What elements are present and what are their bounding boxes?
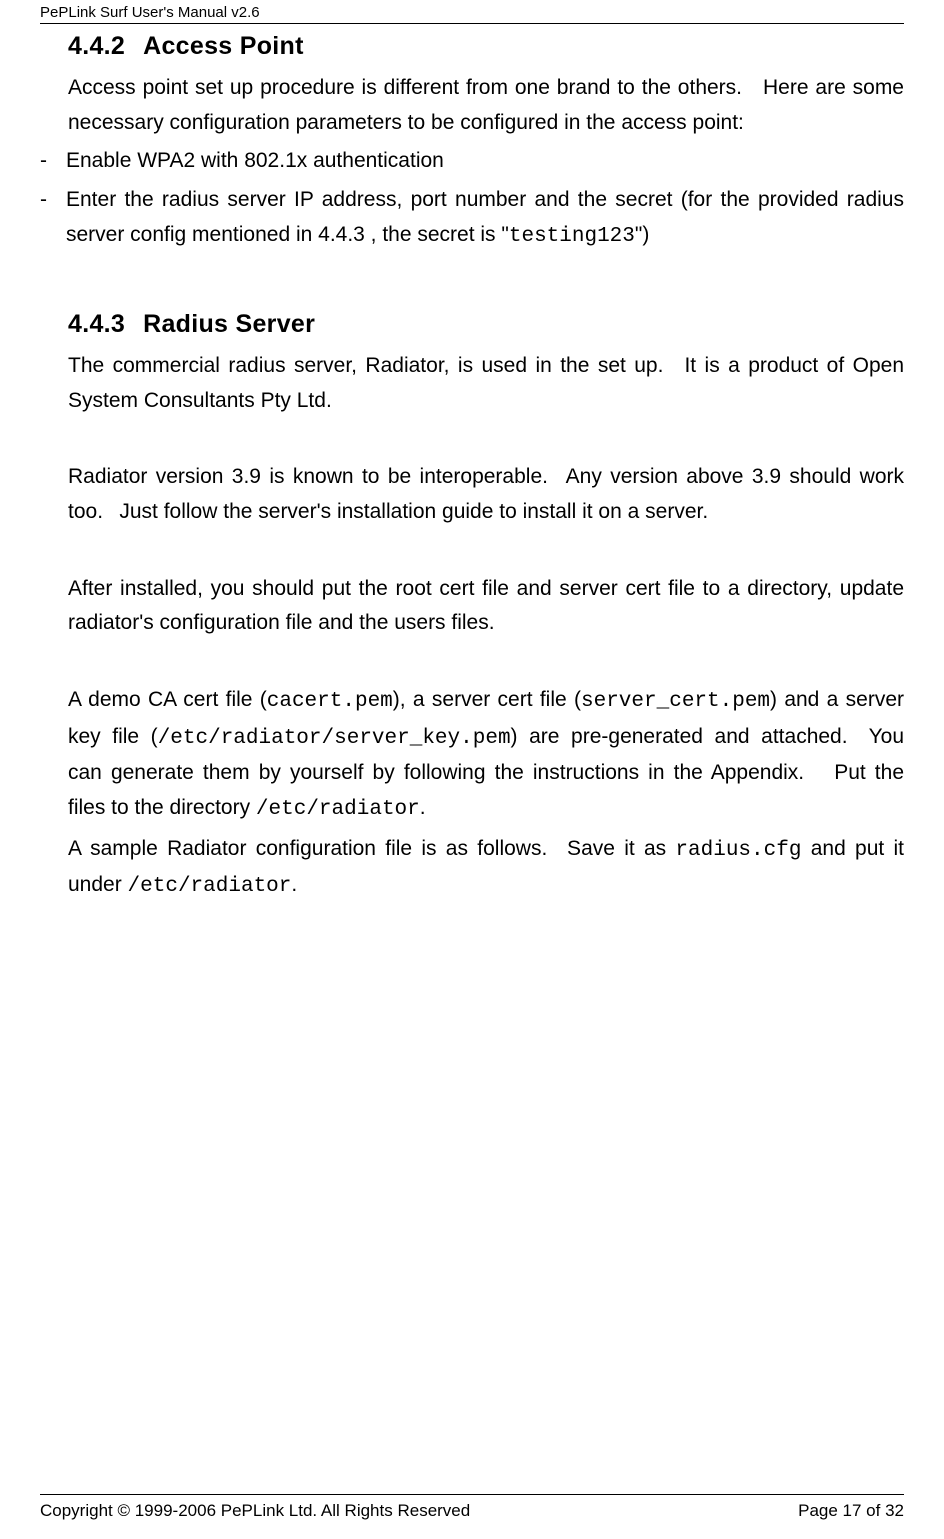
code-inline: /etc/radiator/server_key.pem xyxy=(158,727,511,750)
page-header: PePLink Surf User's Manual v2.6 xyxy=(40,0,904,24)
section-title: Access Point xyxy=(143,32,304,60)
code-inline: cacert.pem xyxy=(267,690,393,713)
paragraph: After installed, you should put the root… xyxy=(68,572,904,641)
text: Enter the radius server IP address, port… xyxy=(66,188,904,246)
text: ), a server cert file ( xyxy=(393,688,581,711)
document-page: PePLink Surf User's Manual v2.6 4.4.2 Acc… xyxy=(0,0,944,1539)
text: ") xyxy=(635,223,649,246)
code-inline: /etc/radiator xyxy=(256,798,420,821)
list-item: - Enable WPA2 with 802.1x authentication xyxy=(40,144,904,179)
list-content: Enable WPA2 with 802.1x authentication xyxy=(66,144,904,179)
paragraph: The commercial radius server, Radiator, … xyxy=(68,349,904,418)
text: A demo CA cert file ( xyxy=(68,688,267,711)
header-title: PePLink Surf User's Manual v2.6 xyxy=(40,4,260,21)
paragraph: Radiator version 3.9 is known to be inte… xyxy=(68,460,904,529)
code-inline: /etc/radiator xyxy=(128,875,292,898)
paragraph: A demo CA cert file (cacert.pem), a serv… xyxy=(68,683,904,828)
list-content: Enter the radius server IP address, port… xyxy=(66,183,904,254)
paragraph: Access point set up procedure is differe… xyxy=(68,71,904,140)
bullet-dash: - xyxy=(40,144,66,179)
code-inline: testing123 xyxy=(509,225,635,248)
code-inline: radius.cfg xyxy=(675,839,801,862)
section-heading-radius-server: 4.4.3 Radius Server xyxy=(68,310,904,339)
text: A sample Radiator configuration file is … xyxy=(68,837,675,860)
section-number: 4.4.3 xyxy=(68,310,125,339)
section-title: Radius Server xyxy=(143,310,315,338)
footer-page: Page 17 of 32 xyxy=(798,1501,904,1521)
footer-copyright: Copyright © 1999-2006 PePLink Ltd. All R… xyxy=(40,1501,470,1521)
paragraph: A sample Radiator configuration file is … xyxy=(68,832,904,905)
list-item: - Enter the radius server IP address, po… xyxy=(40,183,904,254)
section-heading-access-point: 4.4.2 Access Point xyxy=(68,32,904,61)
text: . xyxy=(420,796,426,819)
bullet-dash: - xyxy=(40,183,66,254)
code-inline: server_cert.pem xyxy=(581,690,770,713)
text: . xyxy=(291,873,297,896)
section-number: 4.4.2 xyxy=(68,32,125,61)
page-footer: Copyright © 1999-2006 PePLink Ltd. All R… xyxy=(40,1494,904,1521)
